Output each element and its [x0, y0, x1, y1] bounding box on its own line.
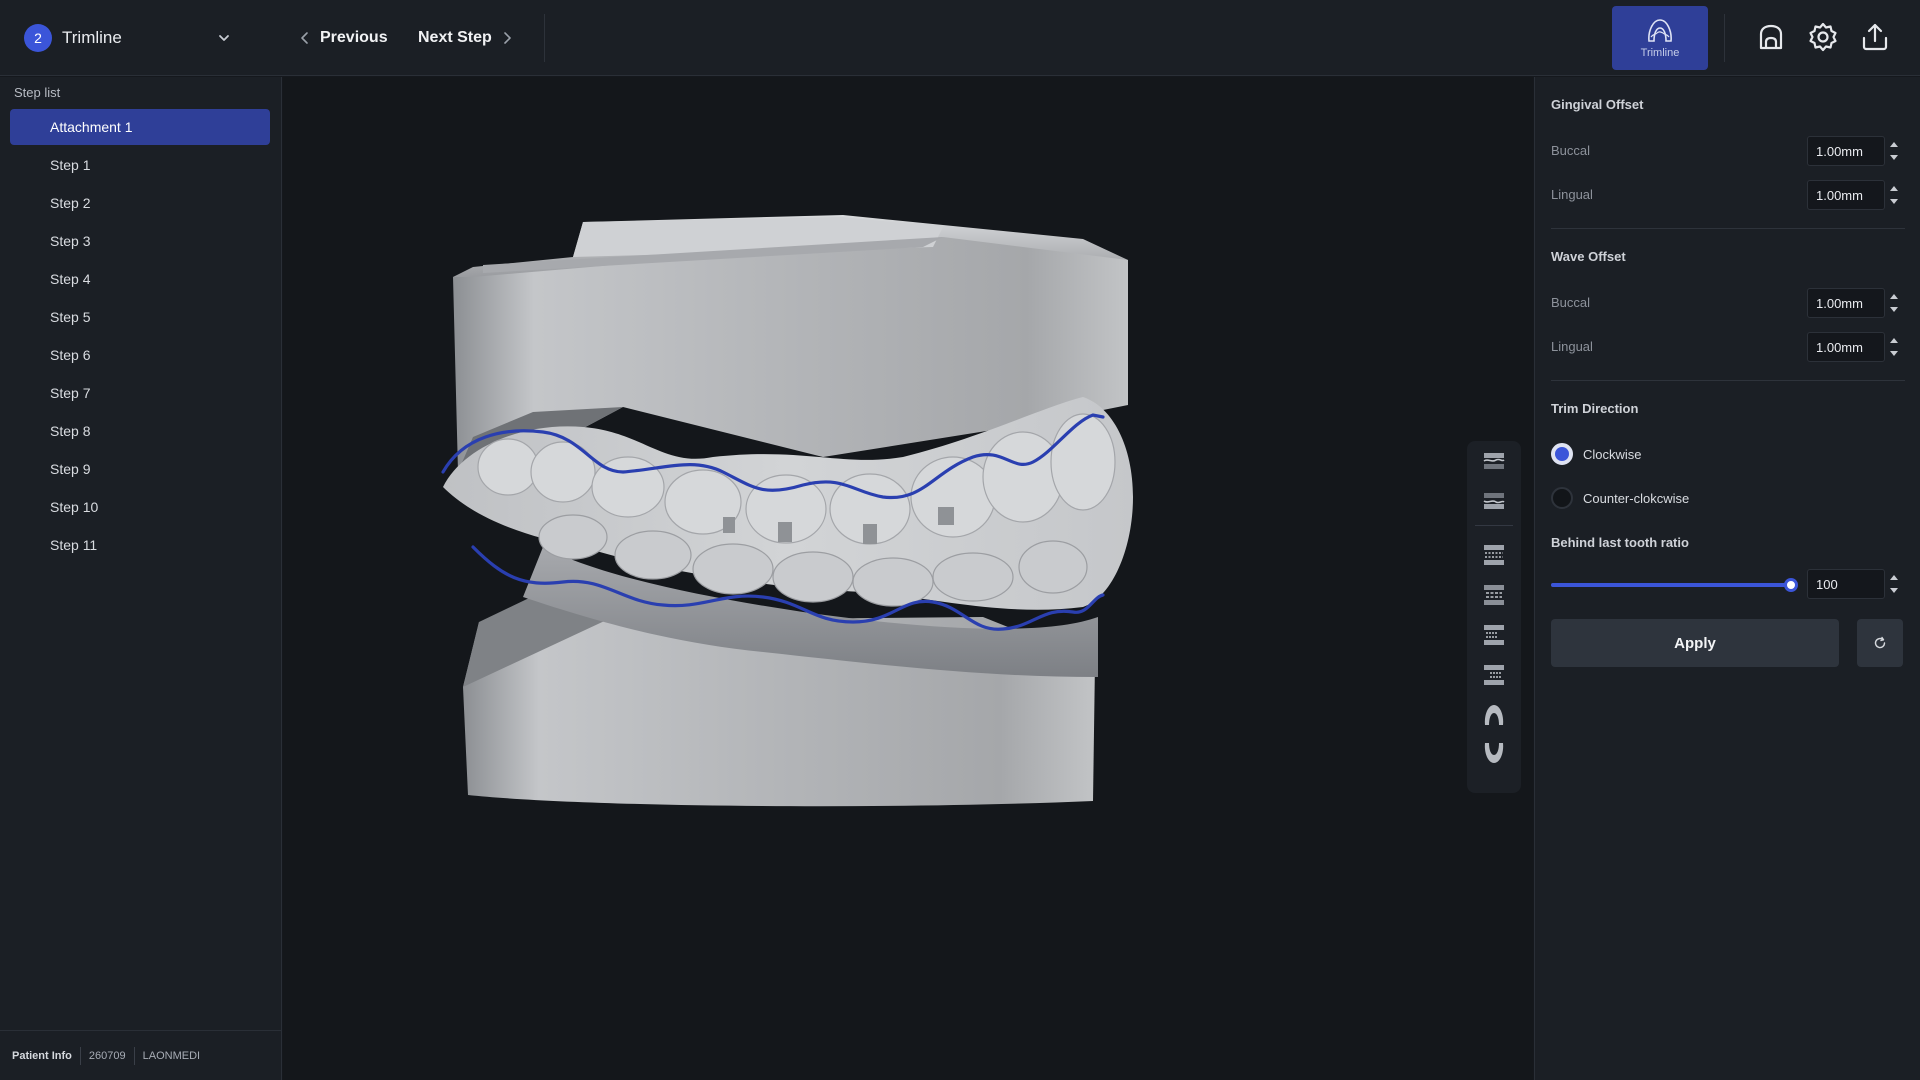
step-item-11[interactable]: Step 11: [10, 527, 270, 563]
step-item-8[interactable]: Step 8: [10, 413, 270, 449]
patient-name: LAONMEDI: [142, 1049, 201, 1062]
view-back-icon[interactable]: [1480, 581, 1508, 609]
separator: [133, 1046, 135, 1065]
home-icon: [1759, 24, 1783, 50]
trimline-tool-label: Trimline: [1640, 47, 1680, 59]
next-step-label: Next Step: [418, 29, 492, 46]
home-button[interactable]: [1754, 20, 1788, 54]
export-button[interactable]: [1858, 20, 1892, 54]
trimline-icon: [1648, 19, 1672, 42]
trimline-tool-button[interactable]: Trimline: [1612, 6, 1708, 70]
gingival-lingual-stepper[interactable]: [1887, 180, 1901, 210]
behind-last-tooth-title: Behind last tooth ratio: [1551, 535, 1689, 550]
trimline-settings-panel: Gingival Offset Buccal Lingual Wave Offs…: [1534, 77, 1920, 1080]
slider-fill: [1551, 583, 1791, 587]
step-item-6[interactable]: Step 6: [10, 337, 270, 373]
view-mandible-icon[interactable]: [1480, 739, 1508, 767]
trim-direction-title: Trim Direction: [1551, 401, 1639, 416]
gingival-buccal-stepper[interactable]: [1887, 136, 1901, 166]
divider: [1551, 228, 1905, 229]
slider-thumb[interactable]: [1784, 578, 1798, 592]
step-item-4[interactable]: Step 4: [10, 261, 270, 297]
wave-buccal-input[interactable]: [1807, 288, 1885, 318]
settings-button[interactable]: [1806, 20, 1840, 54]
dental-model-3d[interactable]: [283, 77, 1533, 1080]
clockwise-label: Clockwise: [1583, 446, 1642, 462]
separator: [79, 1046, 81, 1065]
patient-id: 260709: [88, 1049, 126, 1062]
step-item-7[interactable]: Step 7: [10, 375, 270, 411]
3d-viewport[interactable]: [283, 77, 1533, 1080]
step-item-3[interactable]: Step 3: [10, 223, 270, 259]
chevron-down-icon: [214, 28, 234, 48]
view-toolbar: [1467, 441, 1521, 793]
next-step-button[interactable]: Next Step: [418, 24, 514, 52]
view-maxilla-icon[interactable]: [1480, 701, 1508, 729]
counter-clockwise-label: Counter-clokcwise: [1583, 490, 1690, 506]
mode-number-badge: 2: [24, 24, 52, 52]
wave-lingual-label: Lingual: [1551, 339, 1593, 354]
step-item-1[interactable]: Step 1: [10, 147, 270, 183]
step-item-5[interactable]: Step 5: [10, 299, 270, 335]
radio-unchecked-icon: [1551, 487, 1573, 509]
apply-button[interactable]: Apply: [1551, 619, 1839, 667]
behind-last-tooth-stepper[interactable]: [1887, 569, 1901, 599]
toolbar-divider: [1724, 14, 1725, 62]
wave-lingual-input[interactable]: [1807, 332, 1885, 362]
divider: [1551, 380, 1905, 381]
view-upper-bottom-icon[interactable]: [1480, 487, 1508, 515]
previous-button[interactable]: Previous: [298, 24, 388, 52]
separator: [1475, 525, 1513, 526]
wave-buccal-stepper[interactable]: [1887, 288, 1901, 318]
wave-offset-title: Wave Offset: [1551, 249, 1626, 264]
step-list-title: Step list: [14, 85, 61, 100]
patient-info-bar: Patient Info 260709 LAONMEDI: [0, 1030, 281, 1080]
wave-buccal-label: Buccal: [1551, 295, 1591, 310]
view-front-icon[interactable]: [1480, 541, 1508, 569]
behind-last-tooth-slider[interactable]: [1551, 578, 1798, 592]
radio-checked-icon: [1551, 443, 1573, 465]
wave-lingual-stepper[interactable]: [1887, 332, 1901, 362]
upload-icon: [1862, 23, 1888, 51]
step-list-sidebar: Step list Attachment 1 Step 1 Step 2 Ste…: [0, 77, 282, 1080]
step-item-9[interactable]: Step 9: [10, 451, 270, 487]
patient-info-label: Patient Info: [12, 1049, 72, 1062]
step-item-2[interactable]: Step 2: [10, 185, 270, 221]
chevron-right-icon: [503, 32, 511, 44]
counter-clockwise-radio[interactable]: Counter-clokcwise: [1551, 486, 1689, 510]
step-item-10[interactable]: Step 10: [10, 489, 270, 525]
reset-button[interactable]: [1857, 619, 1903, 667]
gingival-lingual-label: Lingual: [1551, 187, 1593, 202]
step-item-attachment-1[interactable]: Attachment 1: [10, 109, 270, 145]
gear-icon: [1809, 22, 1837, 52]
view-left-icon[interactable]: [1480, 621, 1508, 649]
mode-label: Trimline: [62, 28, 122, 47]
step-list: Attachment 1 Step 1 Step 2 Step 3 Step 4…: [10, 109, 270, 565]
previous-label: Previous: [320, 29, 388, 46]
mode-dropdown[interactable]: 2 Trimline: [24, 22, 234, 54]
gingival-buccal-input[interactable]: [1807, 136, 1885, 166]
toolbar-divider: [544, 14, 545, 62]
clockwise-radio[interactable]: Clockwise: [1551, 442, 1642, 466]
gingival-lingual-input[interactable]: [1807, 180, 1885, 210]
view-upper-top-icon[interactable]: [1480, 447, 1508, 475]
gingival-buccal-label: Buccal: [1551, 143, 1591, 158]
refresh-icon: [1874, 636, 1886, 649]
top-bar: 2 Trimline Previous Next Step Trimline: [0, 0, 1920, 76]
behind-last-tooth-input[interactable]: [1807, 569, 1885, 599]
gingival-offset-title: Gingival Offset: [1551, 97, 1644, 112]
chevron-left-icon: [301, 32, 308, 44]
view-right-icon[interactable]: [1480, 661, 1508, 689]
